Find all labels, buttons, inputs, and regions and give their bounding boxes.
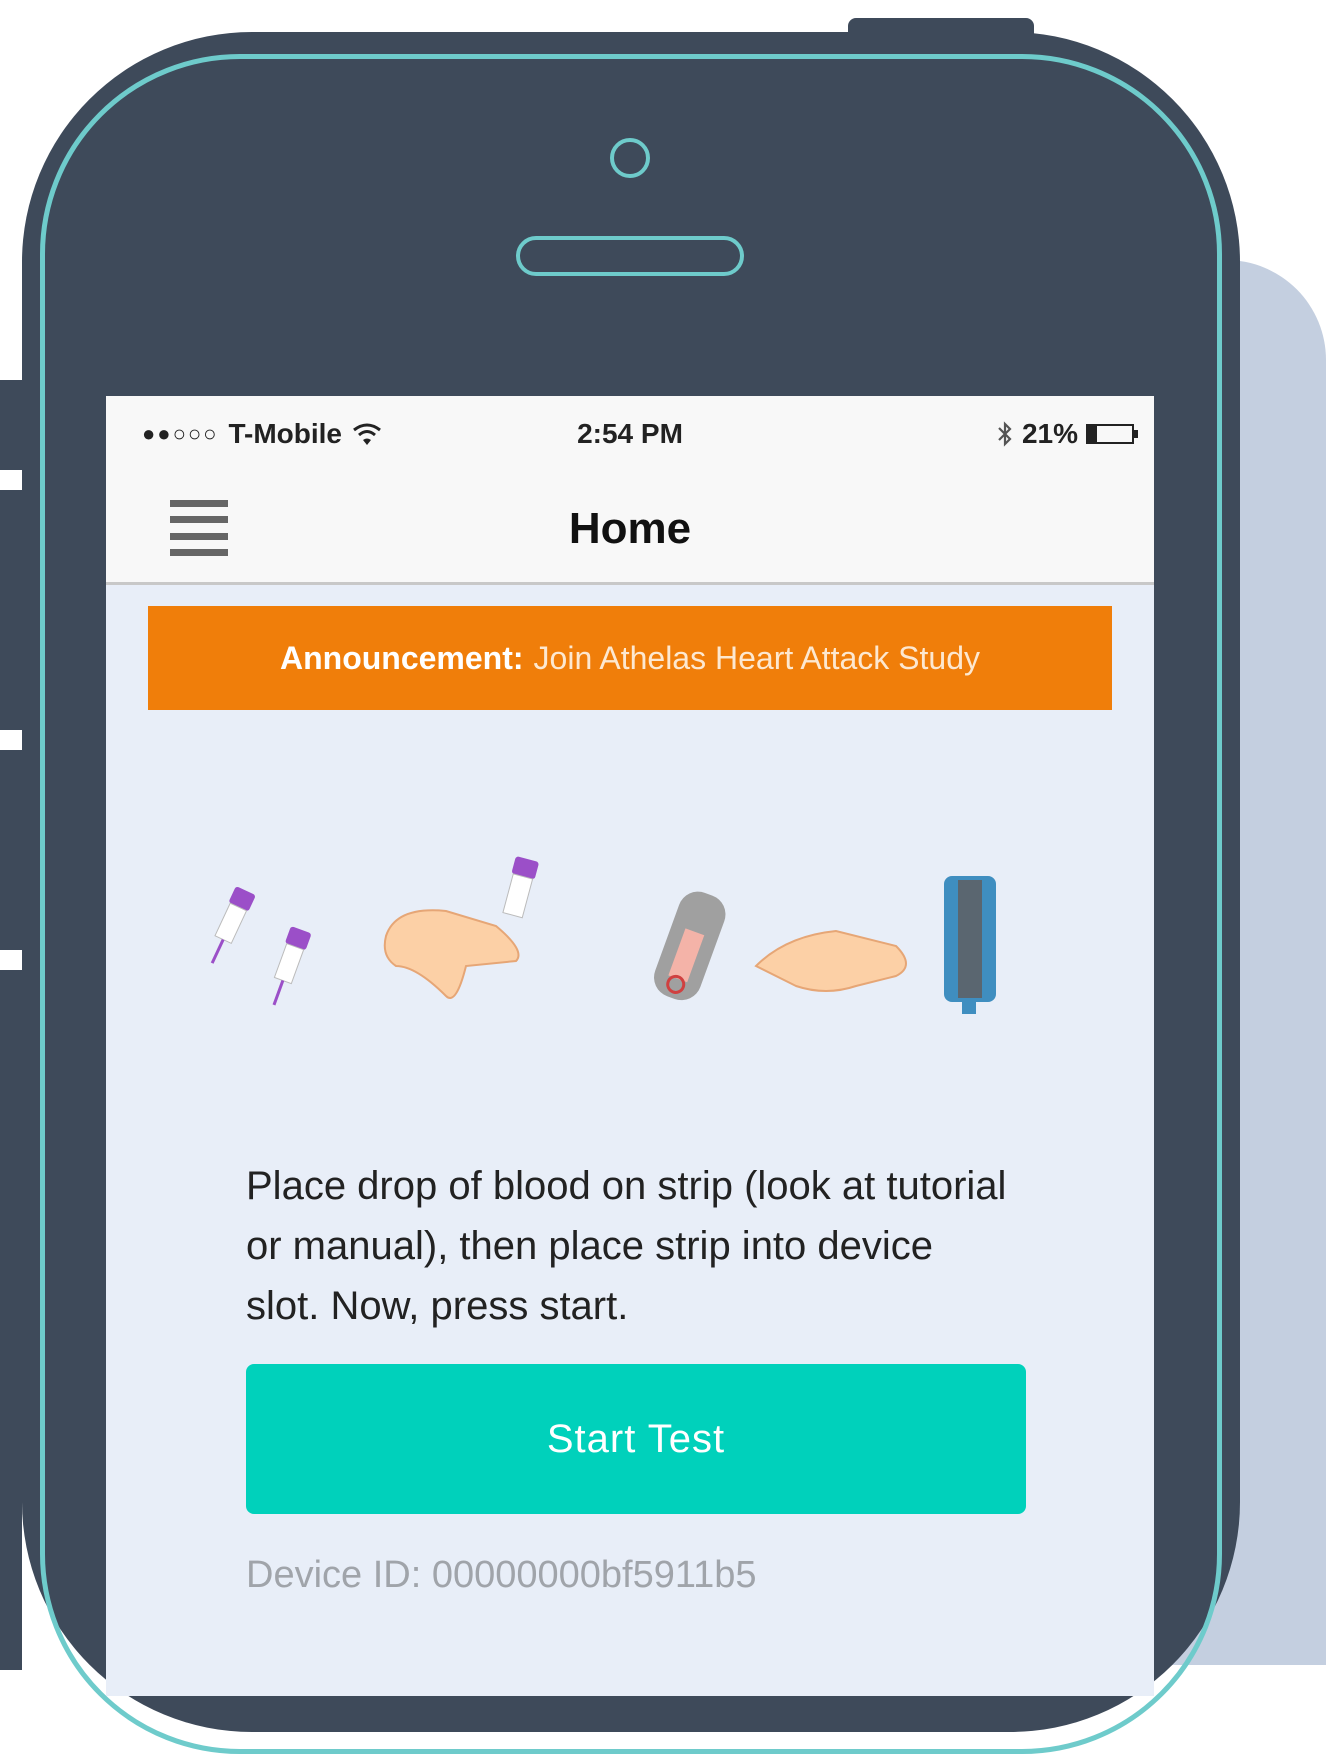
announcement-banner[interactable]: Announcement: Join Athelas Heart Attack … — [148, 606, 1112, 710]
battery-icon — [1086, 424, 1138, 444]
earpiece-speaker-icon — [516, 236, 744, 276]
device-id-label: Device ID: 00000000bf5911b5 — [246, 1554, 757, 1596]
finger-prick-icon — [383, 856, 539, 999]
front-camera-icon — [610, 138, 650, 178]
device-icon — [944, 876, 996, 1014]
battery-fill — [1088, 426, 1098, 442]
lancet-icon — [210, 886, 311, 1006]
phone-screen: ●●○○○ T-Mobile 2:54 PM 21% Home Announce… — [106, 396, 1154, 1696]
navigation-bar: Home — [106, 476, 1154, 585]
start-test-button[interactable]: Start Test — [246, 1364, 1026, 1514]
instructions-text: Place drop of blood on strip (look at tu… — [246, 1164, 1007, 1328]
bluetooth-icon — [998, 421, 1012, 447]
announcement-message: Join Athelas Heart Attack Study — [533, 639, 980, 676]
background-side-tabs — [0, 380, 22, 1680]
battery-percentage: 21% — [1021, 418, 1078, 449]
status-bar: ●●○○○ T-Mobile 2:54 PM 21% — [106, 396, 1154, 476]
page-title: Home — [568, 504, 692, 553]
announcement-label: Announcement: — [279, 639, 524, 676]
strip-insert-icon — [654, 891, 907, 1001]
test-steps-illustration — [210, 856, 996, 1014]
